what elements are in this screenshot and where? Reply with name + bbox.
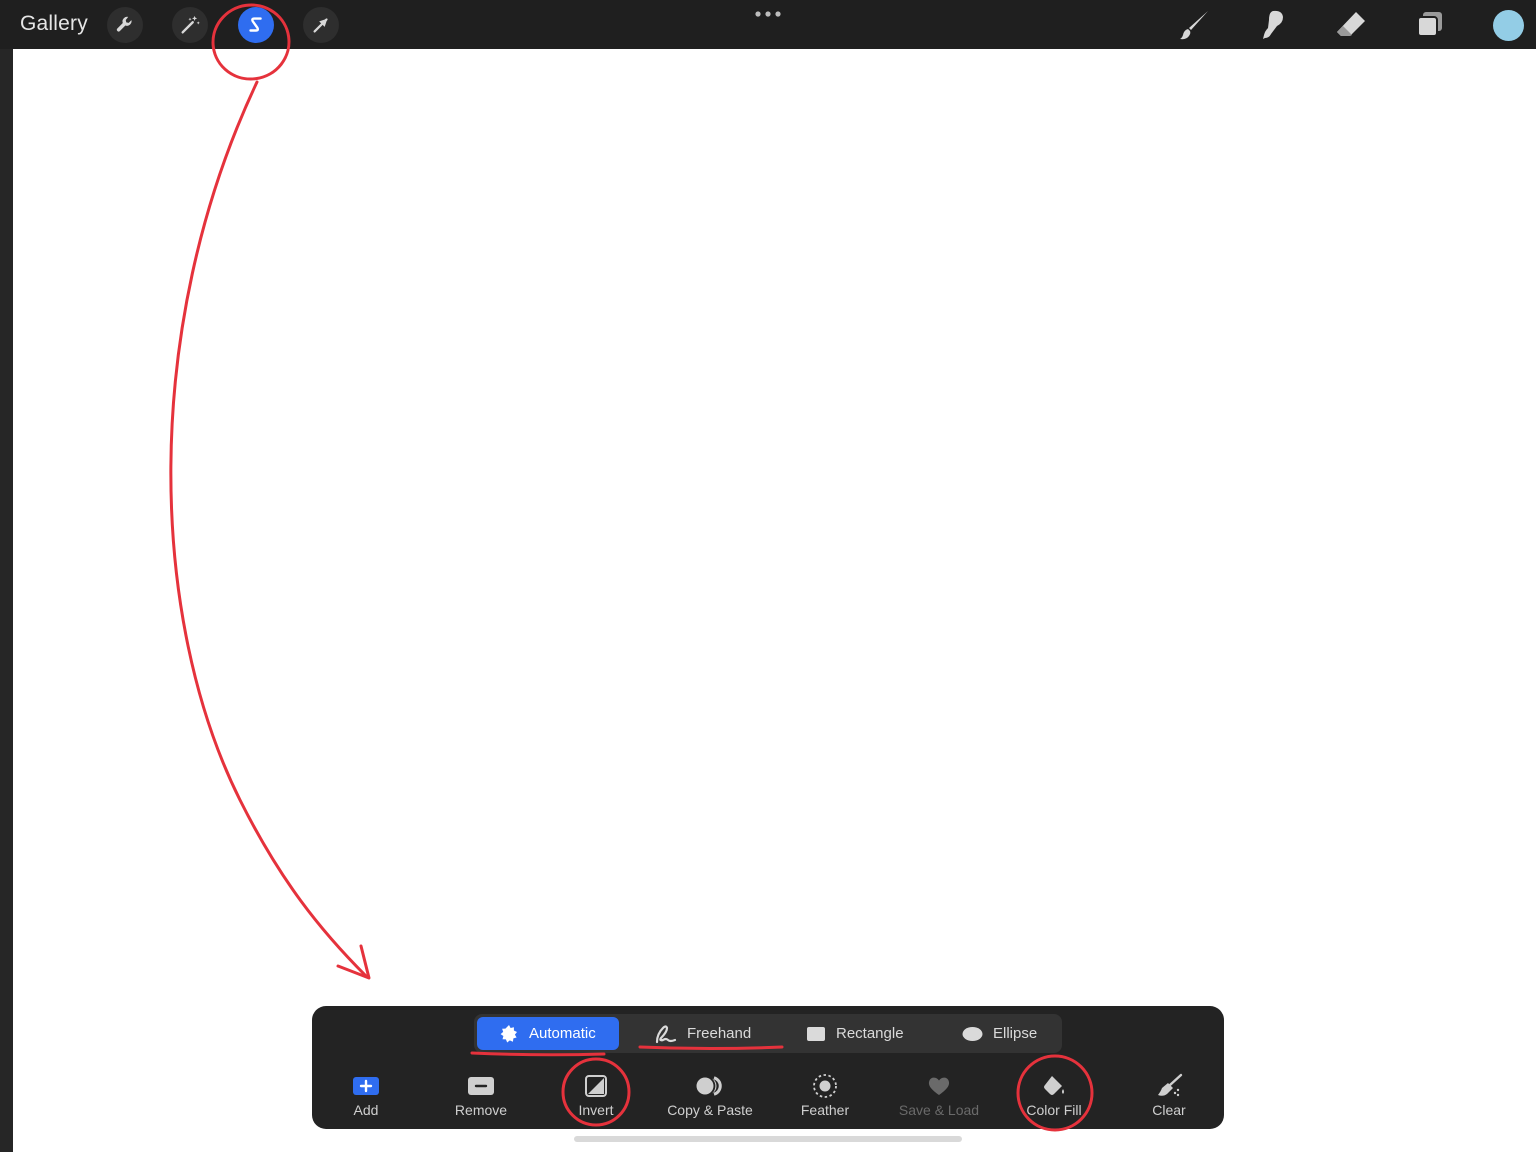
action-label: Add [353, 1102, 379, 1118]
brush-icon [1180, 11, 1208, 40]
layers-button[interactable] [1410, 7, 1450, 43]
mode-rectangle[interactable]: Rectangle [806, 1017, 936, 1050]
mode-ellipse[interactable]: Ellipse [962, 1017, 1062, 1050]
remove-button[interactable]: Remove [426, 1072, 536, 1118]
action-label: Remove [454, 1102, 508, 1118]
layers-icon [1417, 12, 1442, 37]
top-toolbar: Gallery [0, 0, 1536, 49]
selection-button[interactable] [238, 7, 274, 43]
eraser-icon [1337, 12, 1365, 36]
mode-automatic[interactable]: Automatic [477, 1017, 619, 1050]
action-label: Color Fill [1026, 1102, 1082, 1118]
automatic-icon [499, 1024, 519, 1044]
action-label: Save & Load [898, 1102, 980, 1118]
invert-icon [585, 1072, 607, 1100]
feather-icon [812, 1072, 838, 1100]
color-fill-icon [1042, 1072, 1066, 1100]
invert-button[interactable]: Invert [541, 1072, 651, 1118]
mode-label: Rectangle [836, 1025, 904, 1042]
smudge-icon [1263, 10, 1283, 39]
freehand-icon [655, 1024, 677, 1044]
copy-paste-icon [695, 1072, 725, 1100]
copy-paste-button[interactable]: Copy & Paste [655, 1072, 765, 1118]
eraser-button[interactable] [1331, 7, 1371, 43]
mode-freehand[interactable]: Freehand [655, 1017, 785, 1050]
home-indicator [574, 1136, 962, 1142]
color-picker-button[interactable] [1493, 10, 1524, 41]
clear-button[interactable]: Clear [1114, 1072, 1224, 1118]
paint-brush-button[interactable] [1174, 7, 1214, 43]
adjustments-button[interactable] [172, 7, 208, 43]
color-fill-button[interactable]: Color Fill [999, 1072, 1109, 1118]
action-label: Copy & Paste [667, 1102, 753, 1118]
add-icon [352, 1072, 380, 1100]
ellipse-icon [962, 1026, 983, 1042]
more-options-icon[interactable] [752, 8, 784, 20]
selection-icon [249, 17, 262, 32]
add-button[interactable]: Add [311, 1072, 421, 1118]
magic-wand-icon [181, 15, 200, 34]
heart-icon [927, 1072, 951, 1100]
arrow-cursor-icon [313, 18, 328, 33]
action-label: Feather [800, 1102, 850, 1118]
transform-button[interactable] [303, 7, 339, 43]
actions-button[interactable] [107, 7, 143, 43]
sidebar-strip [0, 49, 13, 1152]
action-label: Invert [578, 1102, 614, 1118]
mode-label: Freehand [687, 1025, 752, 1042]
mode-label: Automatic [529, 1025, 596, 1042]
remove-icon [467, 1072, 495, 1100]
clear-icon [1155, 1072, 1183, 1100]
save-load-button[interactable]: Save & Load [884, 1072, 994, 1118]
drawing-canvas[interactable] [13, 49, 1536, 1152]
wrench-icon [116, 16, 132, 32]
action-label: Clear [1152, 1102, 1186, 1118]
mode-label: Ellipse [993, 1025, 1038, 1042]
rectangle-icon [806, 1026, 826, 1042]
procreate-screen: Gallery Automatic Freehand Rectangle Ell… [0, 0, 1536, 1152]
gallery-button[interactable]: Gallery [20, 12, 88, 36]
feather-button[interactable]: Feather [770, 1072, 880, 1118]
smudge-button[interactable] [1252, 7, 1292, 43]
